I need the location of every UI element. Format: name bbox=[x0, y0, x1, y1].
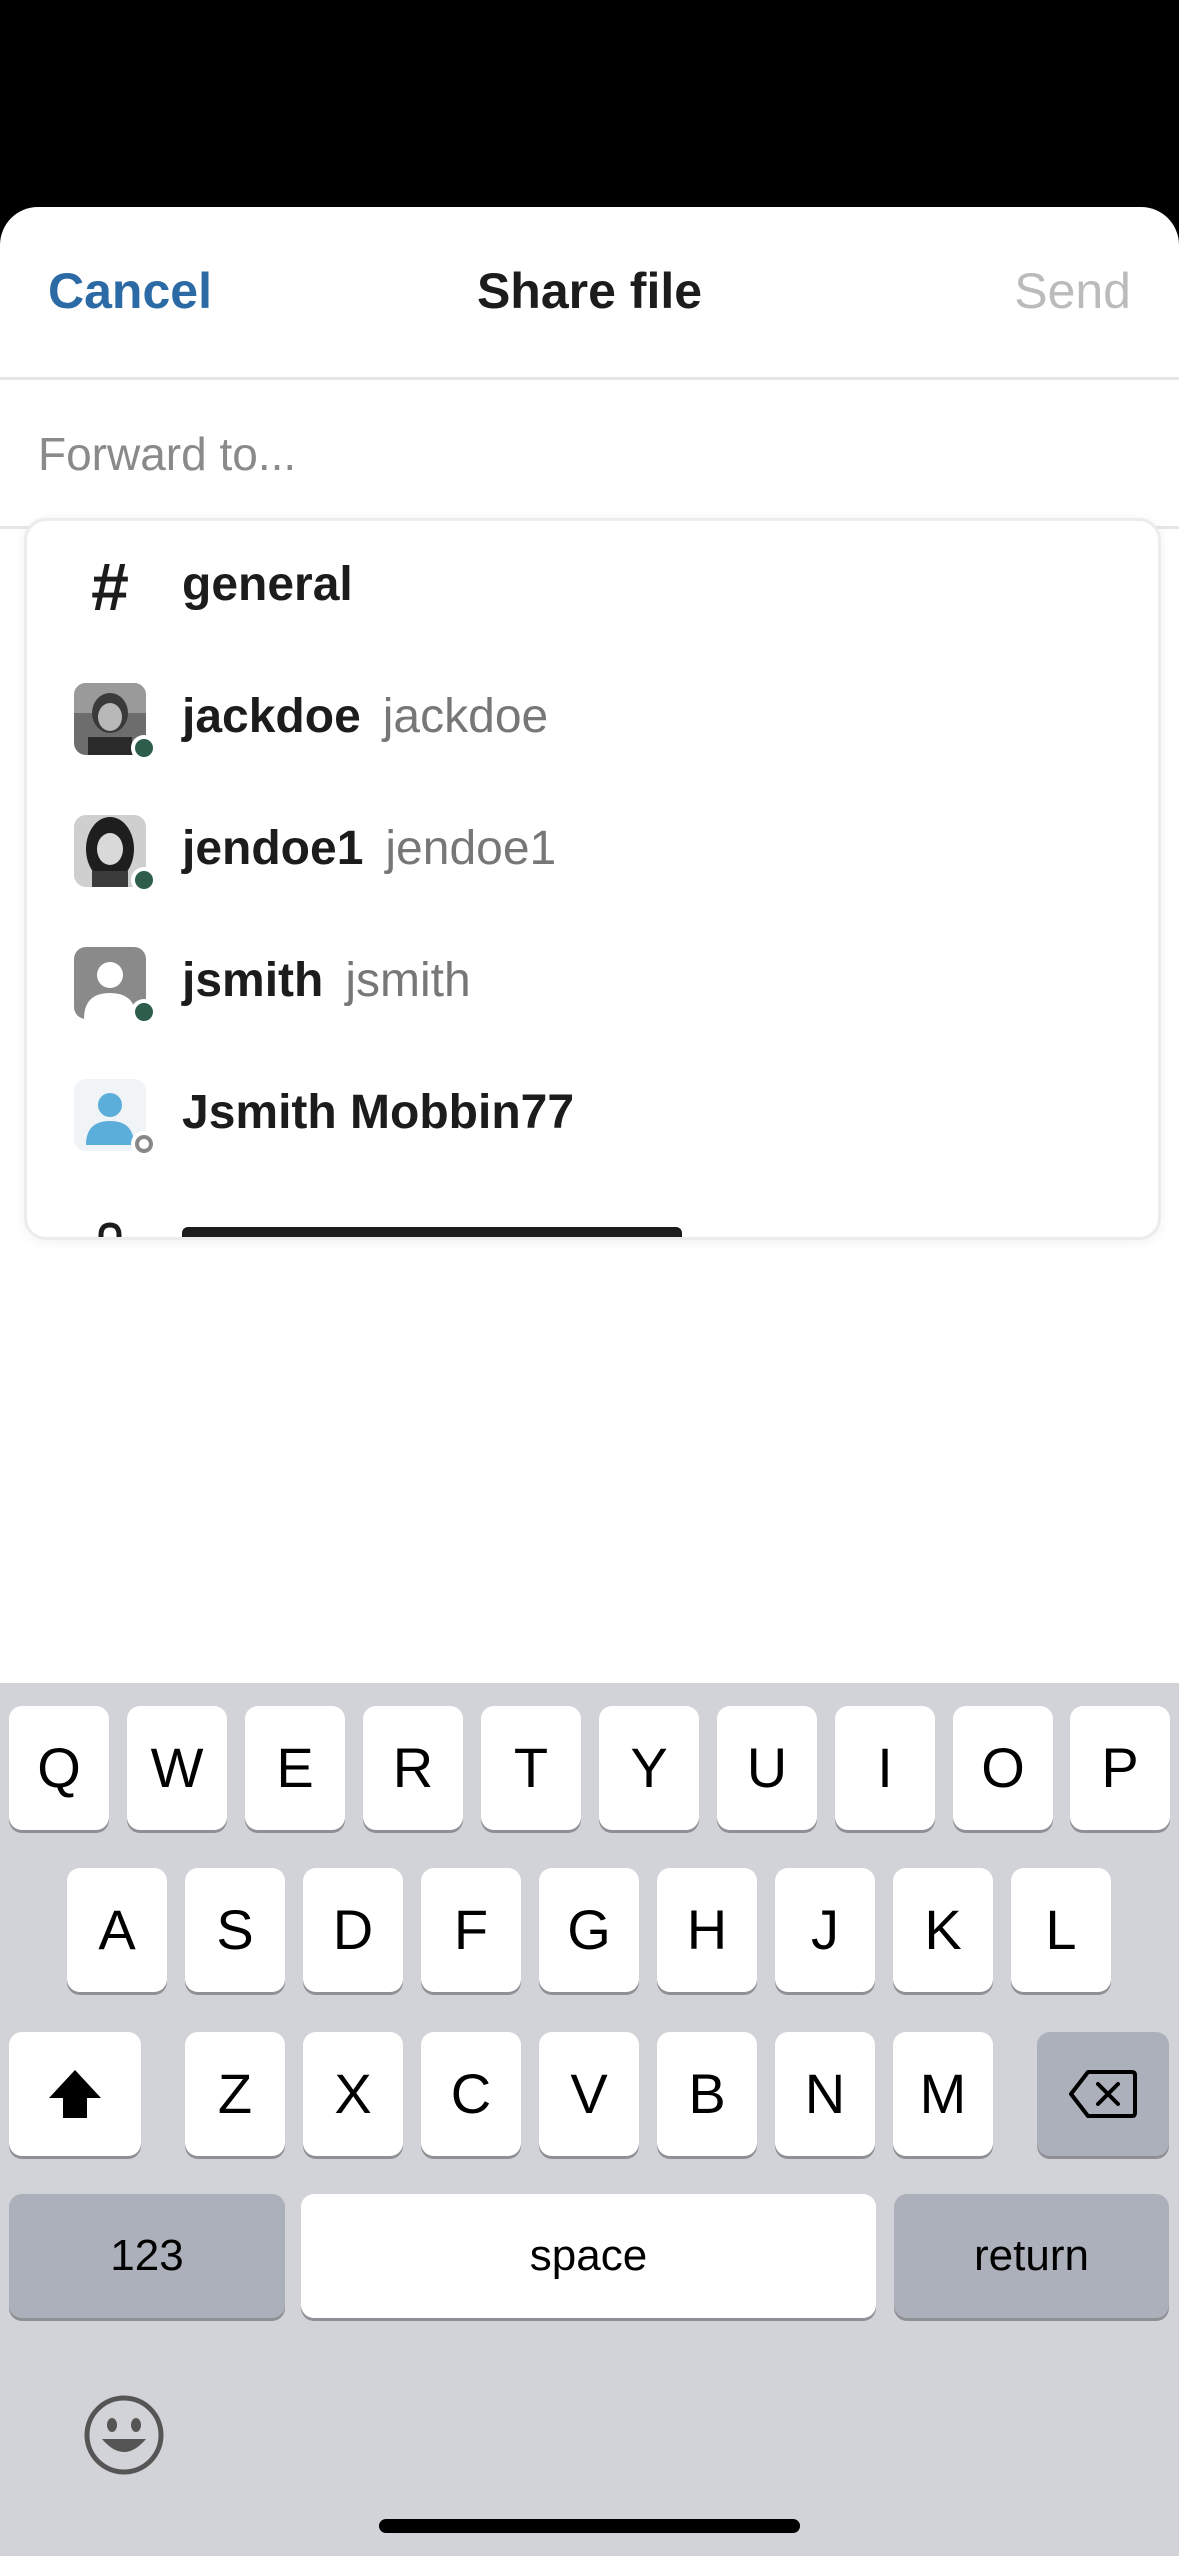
online-status-dot bbox=[131, 867, 157, 893]
key-i[interactable]: I bbox=[835, 1706, 935, 1830]
lock-icon bbox=[74, 1211, 146, 1237]
key-o[interactable]: O bbox=[953, 1706, 1053, 1830]
shift-key[interactable] bbox=[9, 2032, 141, 2156]
key-p[interactable]: P bbox=[1070, 1706, 1170, 1830]
list-item-name-bar bbox=[182, 1227, 682, 1237]
list-item-name: general bbox=[182, 558, 353, 611]
key-e[interactable]: E bbox=[245, 1706, 345, 1830]
key-x[interactable]: X bbox=[303, 2032, 403, 2156]
emoji-icon bbox=[84, 2395, 164, 2475]
key-t[interactable]: T bbox=[481, 1706, 581, 1830]
header: Share file Cancel Send bbox=[0, 207, 1179, 380]
key-r[interactable]: R bbox=[363, 1706, 463, 1830]
key-c[interactable]: C bbox=[421, 2032, 521, 2156]
space-key[interactable]: space bbox=[301, 2194, 876, 2318]
keyboard: Q W E R T Y U I O P A S D F G H J K L Z … bbox=[0, 1683, 1179, 2556]
key-h[interactable]: H bbox=[657, 1868, 757, 1992]
backspace-icon bbox=[1069, 2070, 1137, 2118]
key-f[interactable]: F bbox=[421, 1868, 521, 1992]
key-s[interactable]: S bbox=[185, 1868, 285, 1992]
key-d[interactable]: D bbox=[303, 1868, 403, 1992]
forward-to-input[interactable] bbox=[36, 418, 1140, 490]
list-item-name: jsmith bbox=[182, 954, 324, 1007]
return-key[interactable]: return bbox=[894, 2194, 1169, 2318]
home-indicator bbox=[379, 2519, 800, 2533]
key-j[interactable]: J bbox=[775, 1868, 875, 1992]
list-item-jackdoe[interactable]: jackdoe jackdoe bbox=[27, 653, 1158, 785]
key-b[interactable]: B bbox=[657, 2032, 757, 2156]
delete-key[interactable] bbox=[1037, 2032, 1169, 2156]
away-status-dot bbox=[131, 1131, 157, 1157]
forward-field bbox=[0, 380, 1179, 529]
list-item-jsmith[interactable]: jsmith jsmith bbox=[27, 917, 1158, 1049]
key-w[interactable]: W bbox=[127, 1706, 227, 1830]
numbers-key[interactable]: 123 bbox=[9, 2194, 285, 2318]
emoji-button[interactable] bbox=[82, 2393, 166, 2477]
shift-icon bbox=[49, 2070, 101, 2118]
send-button[interactable]: Send bbox=[1014, 262, 1131, 320]
list-item-handle: jackdoe bbox=[382, 690, 549, 743]
key-y[interactable]: Y bbox=[599, 1706, 699, 1830]
list-item-jsmith-mobbin77[interactable]: Jsmith Mobbin77 bbox=[27, 1049, 1158, 1181]
list-item-name: jendoe1 bbox=[182, 822, 364, 875]
cancel-button[interactable]: Cancel bbox=[48, 262, 212, 320]
list-item-handle: jsmith bbox=[345, 954, 471, 1007]
list-item-name: jackdoe bbox=[182, 690, 361, 743]
key-v[interactable]: V bbox=[539, 2032, 639, 2156]
list-item-general[interactable]: # general bbox=[27, 521, 1158, 653]
list-item-handle: jendoe1 bbox=[385, 822, 557, 875]
key-u[interactable]: U bbox=[717, 1706, 817, 1830]
hash-icon: # bbox=[91, 549, 129, 625]
list-item-name: Jsmith Mobbin77 bbox=[182, 1086, 575, 1139]
list-item-partial[interactable] bbox=[27, 1181, 1158, 1237]
suggestion-list: # general jackdoe jackdoe jendoe1 jendoe… bbox=[24, 518, 1161, 1240]
online-status-dot bbox=[131, 735, 157, 761]
key-n[interactable]: N bbox=[775, 2032, 875, 2156]
key-g[interactable]: G bbox=[539, 1868, 639, 1992]
key-a[interactable]: A bbox=[67, 1868, 167, 1992]
key-m[interactable]: M bbox=[893, 2032, 993, 2156]
key-k[interactable]: K bbox=[893, 1868, 993, 1992]
list-item-jendoe1[interactable]: jendoe1 jendoe1 bbox=[27, 785, 1158, 917]
online-status-dot bbox=[131, 999, 157, 1025]
key-q[interactable]: Q bbox=[9, 1706, 109, 1830]
key-l[interactable]: L bbox=[1011, 1868, 1111, 1992]
key-z[interactable]: Z bbox=[185, 2032, 285, 2156]
